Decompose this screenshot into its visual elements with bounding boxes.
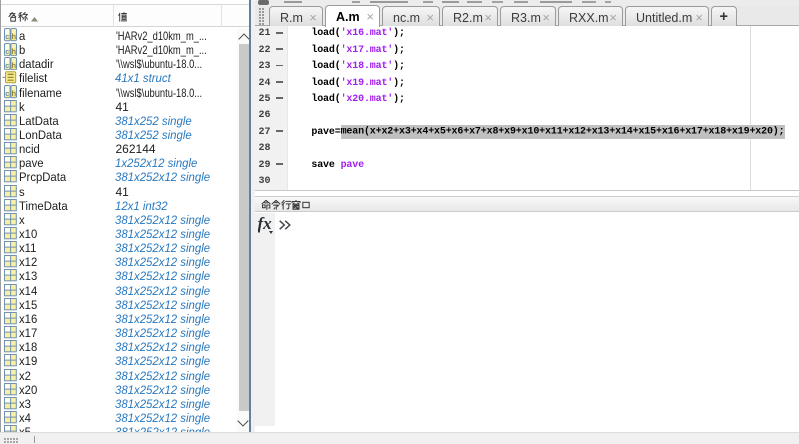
svg-text:c: c bbox=[5, 46, 9, 55]
svg-text:c: c bbox=[5, 89, 9, 98]
svg-text:h: h bbox=[11, 32, 15, 41]
svg-text:c: c bbox=[5, 60, 9, 69]
svg-text:c: c bbox=[5, 32, 9, 41]
svg-text:h: h bbox=[11, 60, 15, 69]
svg-text:h: h bbox=[11, 46, 15, 55]
svg-text:h: h bbox=[11, 89, 15, 98]
